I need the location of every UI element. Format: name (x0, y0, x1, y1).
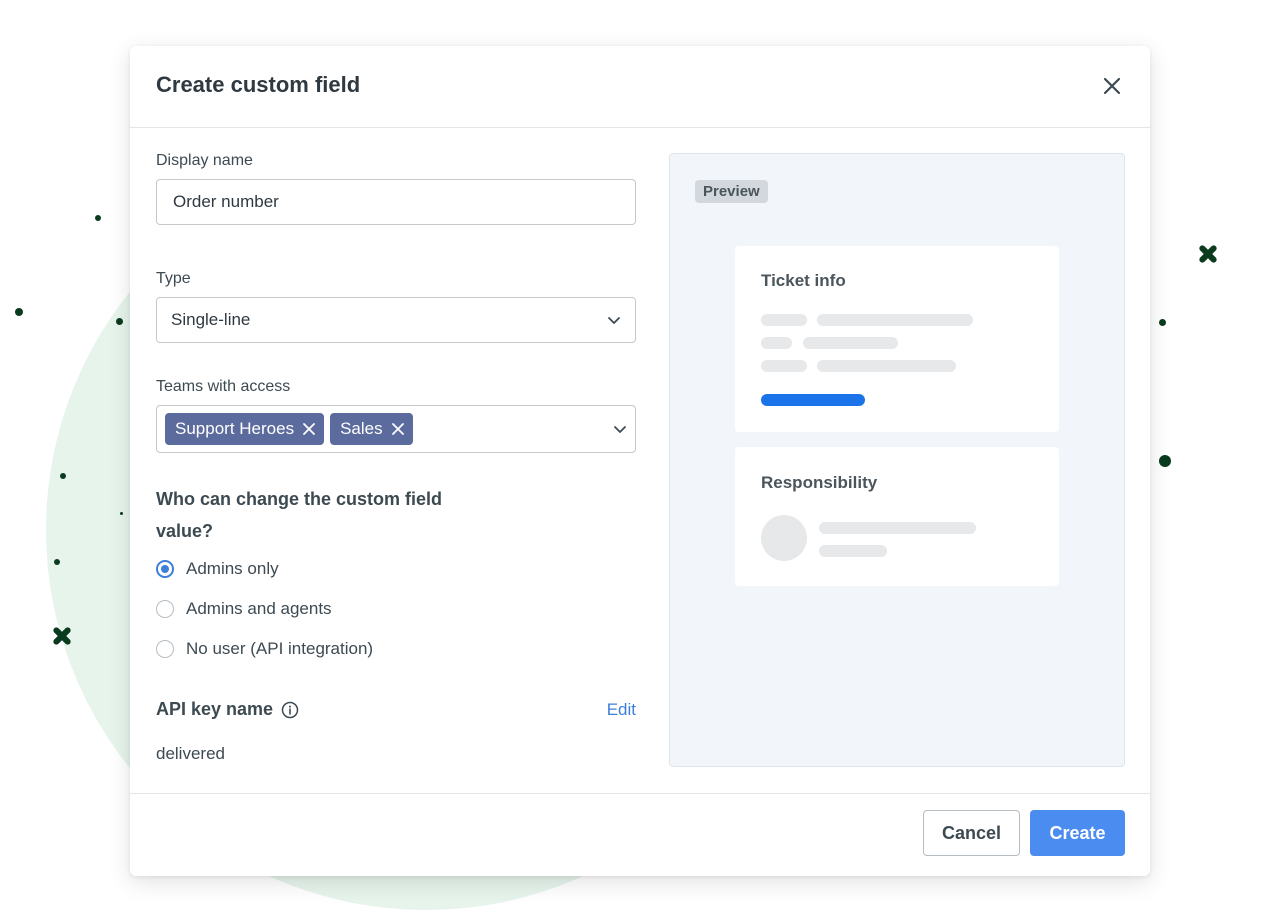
radio-label: No user (API integration) (186, 639, 374, 658)
api-key-row: API key name Edit (156, 699, 636, 720)
create-custom-field-modal: Create custom field Display name Type Si… (130, 46, 1150, 876)
placeholder-bar (761, 314, 807, 326)
avatar-placeholder (761, 515, 807, 561)
placeholder-bar-accent (761, 394, 865, 406)
team-tag: Sales (330, 413, 413, 445)
radio-button[interactable] (156, 560, 174, 578)
api-key-title: API key name (156, 699, 299, 720)
radio-admins-only[interactable]: Admins only (156, 549, 636, 589)
close-button[interactable] (1098, 72, 1126, 100)
modal-footer: Cancel Create (130, 793, 1150, 877)
display-name-label: Display name (156, 152, 253, 169)
display-name-field-wrapper (156, 179, 636, 225)
info-icon[interactable] (281, 701, 299, 719)
team-tag-label: Support Heroes (175, 419, 295, 438)
ticket-info-title: Ticket info (761, 271, 846, 290)
teams-label: Teams with access (156, 378, 291, 395)
decor-dot (60, 473, 66, 479)
cancel-button[interactable]: Cancel (923, 810, 1020, 856)
placeholder-bar (803, 337, 898, 349)
radio-label: Admins only (186, 559, 279, 578)
form-column: Display name Type Single-line Teams with… (156, 152, 636, 764)
type-selected-value: Single-line (171, 310, 251, 329)
api-key-edit-link[interactable]: Edit (607, 700, 636, 720)
decor-dot (120, 512, 123, 515)
create-button[interactable]: Create (1030, 810, 1125, 856)
decor-dot (116, 318, 123, 325)
decor-dot (15, 308, 23, 316)
decor-dot (95, 215, 101, 221)
tag-remove-icon[interactable] (391, 422, 405, 436)
decor-dot (1159, 455, 1171, 467)
preview-badge: Preview (695, 180, 768, 203)
modal-header: Create custom field (130, 46, 1150, 128)
placeholder-bar (817, 360, 956, 372)
api-key-title-text: API key name (156, 699, 274, 719)
team-tag-label: Sales (340, 419, 383, 438)
placeholder-bar (817, 314, 973, 326)
radio-button[interactable] (156, 600, 174, 618)
display-name-input[interactable] (171, 191, 621, 213)
placeholder-bar (819, 522, 976, 534)
radio-label: Admins and agents (186, 599, 332, 618)
permissions-title: Who can change the custom field value? (156, 489, 443, 541)
teams-tag-list: Support Heroes Sales (165, 413, 413, 445)
teams-multiselect[interactable]: Support Heroes Sales (156, 405, 636, 453)
type-select[interactable]: Single-line (156, 297, 636, 343)
close-icon (1103, 77, 1121, 95)
decor-cross (51, 625, 73, 647)
chevron-down-icon (614, 426, 626, 433)
tag-remove-icon[interactable] (302, 422, 316, 436)
placeholder-bar (761, 360, 807, 372)
placeholder-bar (819, 545, 887, 557)
chevron-down-icon (608, 317, 620, 324)
radio-button[interactable] (156, 640, 174, 658)
modal-title: Create custom field (156, 72, 361, 97)
radio-admins-and-agents[interactable]: Admins and agents (156, 589, 636, 629)
decor-dot (54, 559, 60, 565)
decor-dot (1159, 319, 1166, 326)
ticket-info-card: Ticket info (735, 246, 1059, 432)
api-key-value: delivered (156, 744, 225, 763)
preview-panel: Preview Ticket info Responsibility (669, 153, 1125, 767)
radio-no-user[interactable]: No user (API integration) (156, 629, 636, 669)
team-tag: Support Heroes (165, 413, 325, 445)
type-label: Type (156, 270, 191, 287)
responsibility-title: Responsibility (761, 473, 878, 492)
decor-cross (1197, 243, 1219, 265)
responsibility-card: Responsibility (735, 447, 1059, 586)
placeholder-bar (761, 337, 792, 349)
